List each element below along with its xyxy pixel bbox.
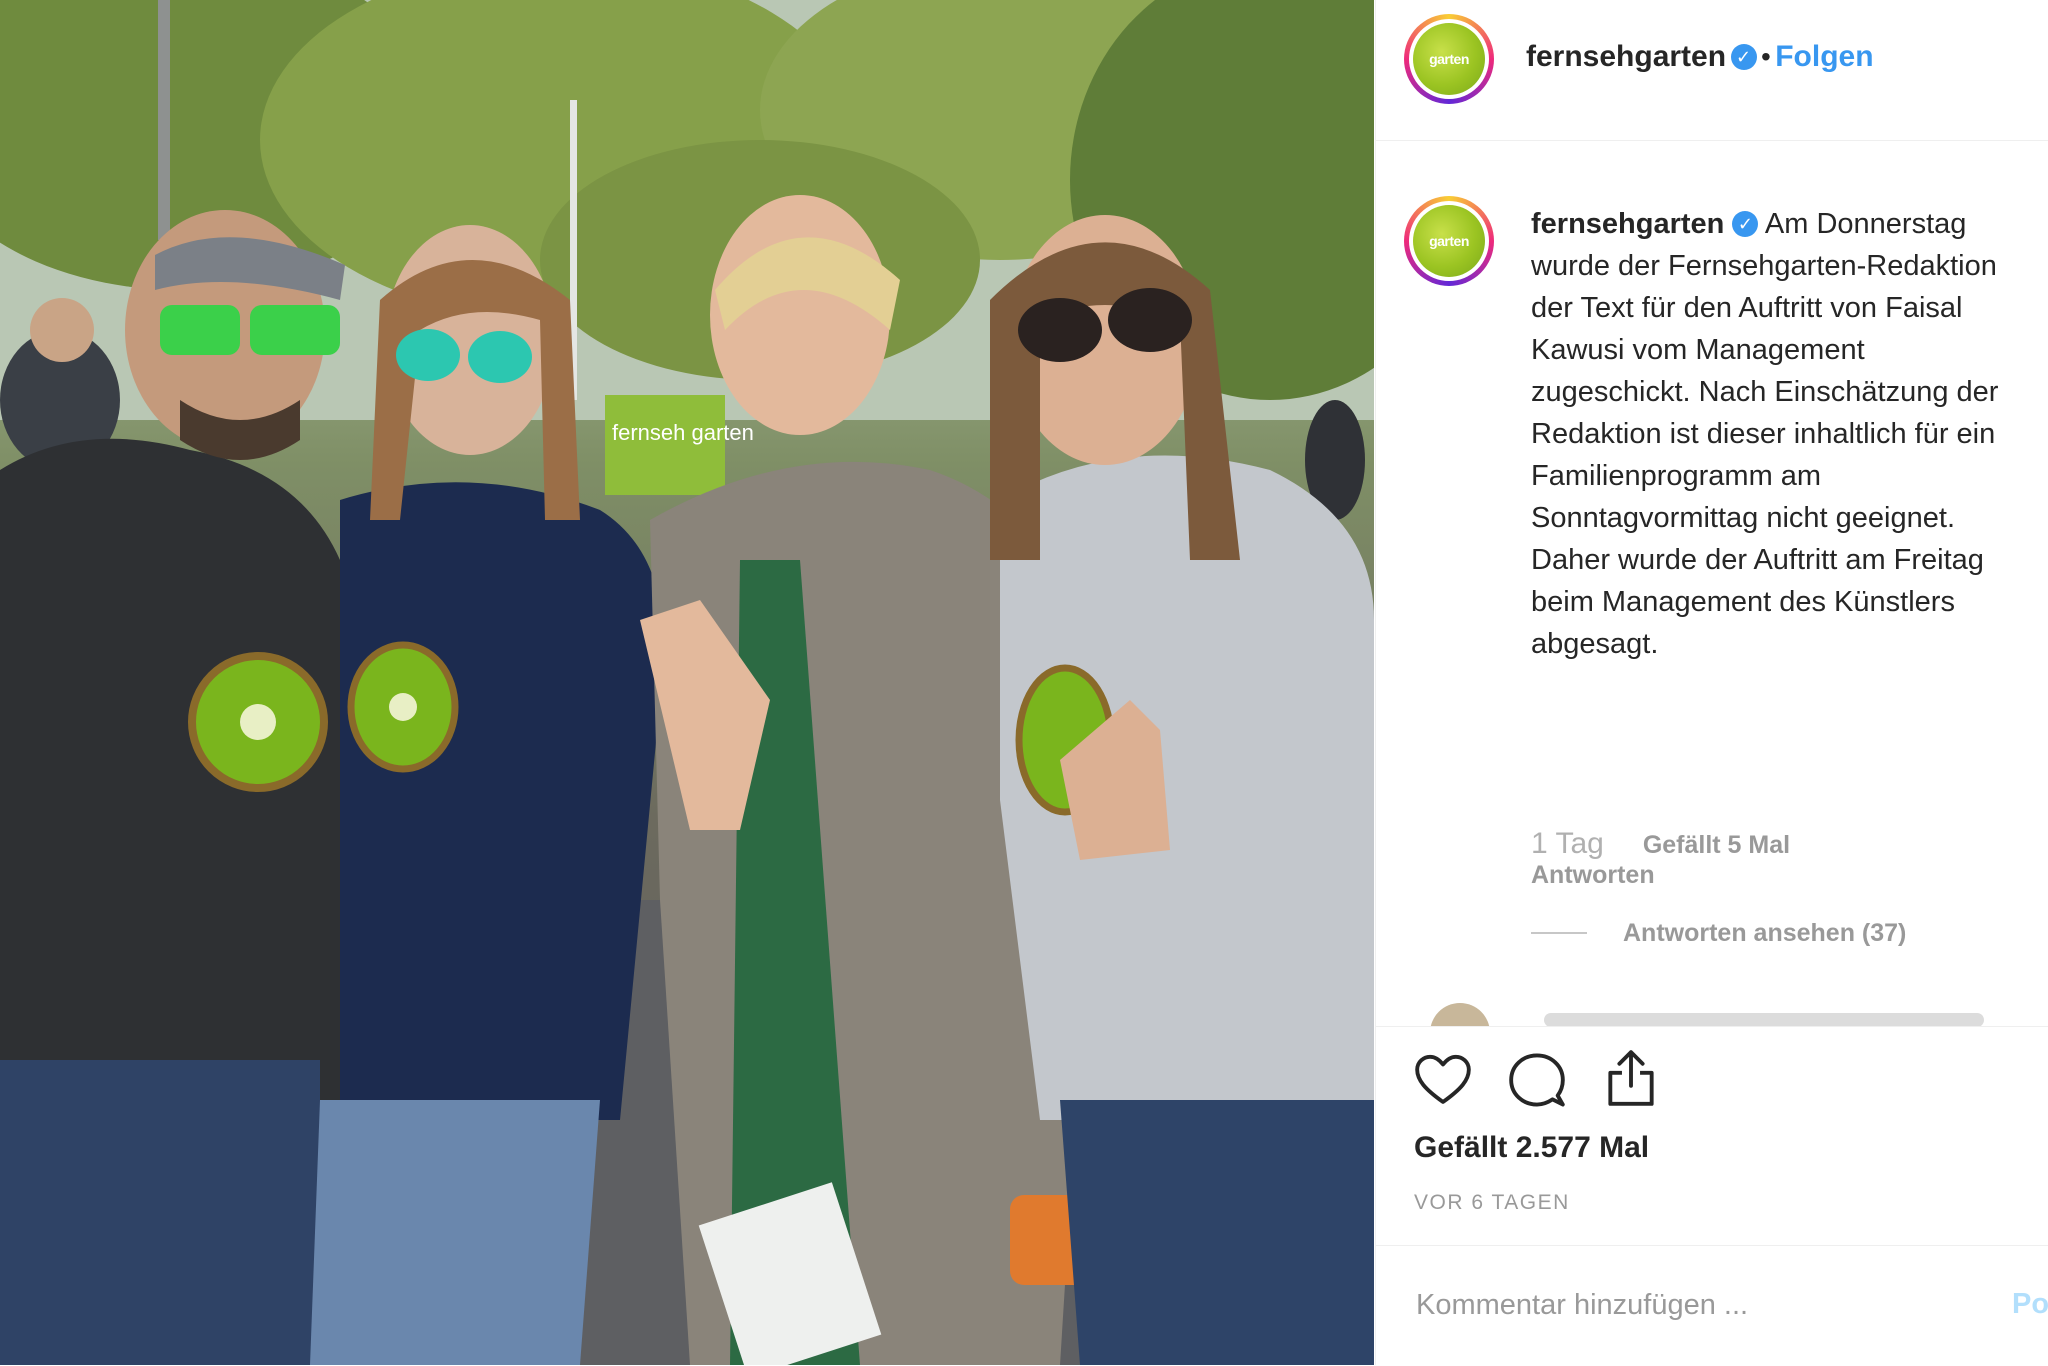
post-photo[interactable]: fernseh garten (0, 0, 1374, 1365)
fernsehgarten-sign (605, 395, 725, 495)
verified-badge-icon: ✓ (1730, 44, 1757, 70)
add-comment-bar: Posten (1376, 1245, 2048, 1366)
comment-bubble-icon[interactable] (1506, 1049, 1568, 1111)
view-replies-label: Antworten ansehen (37) (1623, 919, 1907, 947)
comments-list[interactable]: garten fernsehgarten ✓ Am Donnerstag wur… (1376, 141, 2048, 1027)
next-comment-peek (1416, 1003, 2016, 1026)
caption-username[interactable]: fernsehgarten (1531, 208, 1724, 240)
post-header: garten fernsehgarten ✓ • Folgen (1376, 0, 2048, 141)
share-icon[interactable] (1600, 1047, 1662, 1109)
post-timestamp[interactable]: VOR 6 TAGEN (1414, 1191, 1570, 1215)
caption-likes[interactable]: Gefällt 5 Mal (1643, 831, 1790, 859)
replies-divider (1531, 932, 1587, 934)
heart-icon[interactable] (1412, 1049, 1474, 1111)
post-side-panel: garten fernsehgarten ✓ • Folgen garten f… (1375, 0, 2048, 1365)
post-comment-button[interactable]: Posten (2012, 1288, 2048, 1321)
photo-illustration: fernseh garten (0, 0, 1374, 1365)
caption-time[interactable]: 1 Tag (1531, 827, 1604, 860)
comment-input[interactable] (1414, 1276, 1978, 1334)
profile-avatar[interactable]: garten (1404, 14, 1494, 104)
verified-badge-icon: ✓ (1732, 211, 1759, 237)
view-replies-button[interactable]: Antworten ansehen (37) (1531, 919, 1906, 948)
next-comment-text-placeholder (1544, 1013, 1984, 1026)
sign-text: fernseh garten (612, 420, 754, 445)
follow-button[interactable]: Folgen (1775, 40, 1873, 73)
post-actions: Gefällt 2.577 Mal VOR 6 TAGEN (1376, 1027, 2048, 1247)
caption-avatar[interactable]: garten (1404, 196, 1494, 286)
reply-button[interactable]: Antworten (1531, 861, 2011, 890)
caption-meta: 1 Tag Gefällt 5 Mal Antworten (1531, 827, 2011, 890)
like-count[interactable]: Gefällt 2.577 Mal (1414, 1131, 1649, 1165)
caption: fernsehgarten ✓ Am Donnerstag wurde der … (1531, 203, 2031, 665)
header-separator: • (1760, 41, 1771, 72)
fernsehgarten-logo: garten (1413, 205, 1485, 277)
next-comment-avatar (1430, 1003, 1490, 1026)
caption-text: Am Donnerstag wurde der Fernsehgarten-Re… (1531, 208, 1999, 660)
header-user-line: fernsehgarten ✓ • Folgen (1526, 40, 1874, 74)
header-username[interactable]: fernsehgarten (1526, 40, 1726, 73)
fernsehgarten-logo: garten (1413, 23, 1485, 95)
